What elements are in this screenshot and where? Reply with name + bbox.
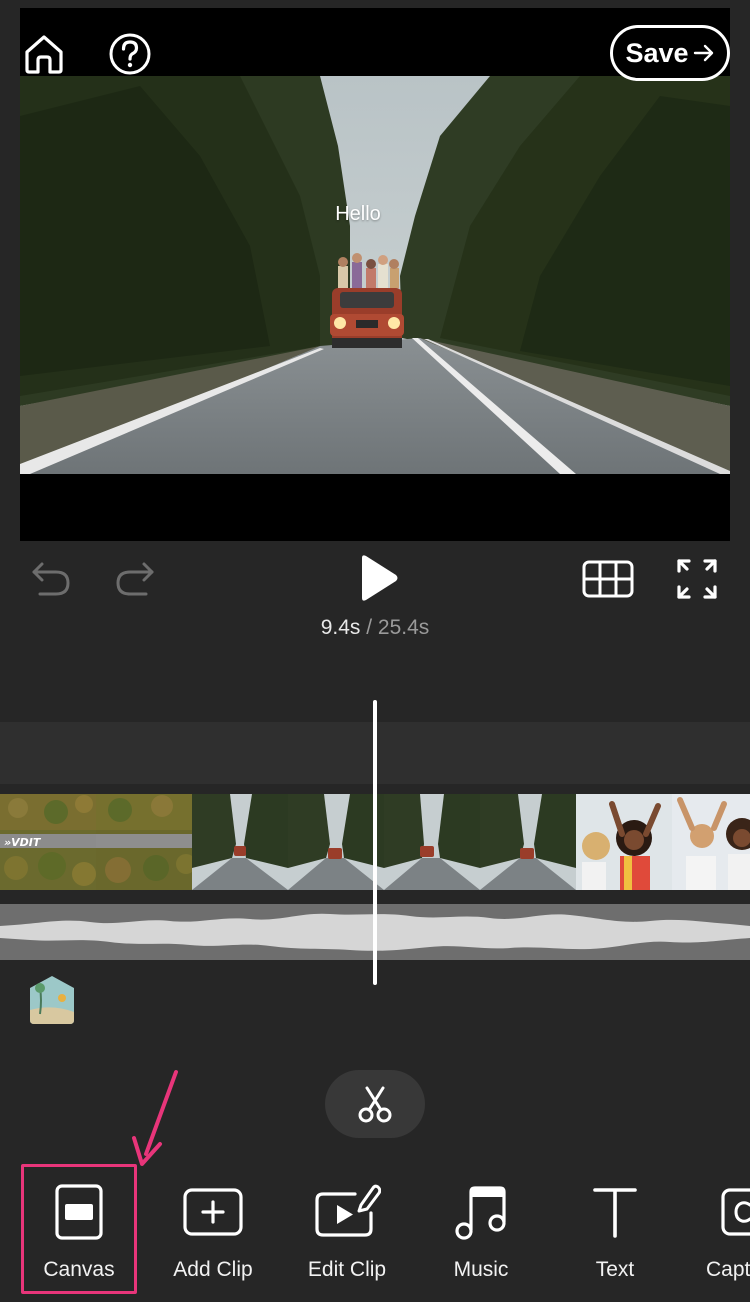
redo-icon (116, 562, 154, 596)
road-thumbnail-image (192, 794, 288, 890)
tool-music[interactable]: Music (414, 1160, 548, 1302)
time-separator: / (366, 616, 373, 639)
undo-icon (32, 562, 70, 596)
tool-label: Capt (706, 1258, 750, 1281)
tool-label: Canvas (43, 1258, 115, 1281)
text-icon (593, 1188, 637, 1238)
canvas-icon (55, 1184, 103, 1240)
party-thumbnail-image (576, 794, 672, 890)
add-clip-icon (183, 1188, 243, 1236)
sticker-thumbnail[interactable] (28, 974, 76, 1026)
home-icon (25, 35, 63, 74)
video-frame[interactable] (20, 76, 730, 474)
clip-thumbnail[interactable] (672, 794, 750, 890)
home-button[interactable] (22, 32, 66, 76)
clip-thumbnail[interactable] (576, 794, 672, 890)
tool-label: Music (453, 1258, 509, 1281)
fullscreen-icon (677, 559, 717, 599)
overlay-text[interactable]: Hello (308, 203, 408, 226)
tool-canvas[interactable]: Canvas (12, 1160, 146, 1302)
playhead[interactable] (373, 700, 377, 985)
grid-icon (582, 560, 634, 598)
edit-clip-icon (315, 1184, 381, 1237)
road-thumbnail-image (384, 794, 480, 890)
music-icon (455, 1186, 506, 1240)
split-button[interactable] (325, 1070, 425, 1138)
play-button[interactable] (350, 552, 402, 604)
undo-button[interactable] (28, 558, 74, 598)
clip-thumbnail[interactable] (192, 794, 288, 890)
play-icon (362, 555, 398, 601)
tool-captions[interactable]: Capt (682, 1160, 750, 1302)
grid-toggle-button[interactable] (580, 557, 636, 601)
road-thumbnail-image (480, 794, 576, 890)
question-icon (109, 33, 151, 75)
playback-time: 9.4s / 25.4s (0, 616, 750, 640)
total-time: 25.4s (377, 616, 430, 639)
tool-label: Add Clip (173, 1258, 253, 1281)
aerial-thumbnail-image (96, 794, 192, 890)
bottom-toolbar: Canvas Add Clip Edit Clip Music Text Cap… (0, 1160, 750, 1302)
help-button[interactable] (108, 32, 152, 76)
road-scene-image (20, 76, 730, 474)
video-preview: Hello Save (0, 0, 750, 541)
clip-thumbnail[interactable] (96, 794, 192, 890)
party-thumbnail-image (672, 794, 750, 890)
current-time: 9.4s (320, 616, 361, 639)
road-thumbnail-image (288, 794, 384, 890)
clip-thumbnail[interactable] (384, 794, 480, 890)
sticker-image (30, 976, 74, 1024)
save-button[interactable]: Save (610, 25, 730, 81)
clip-thumbnail[interactable] (288, 794, 384, 890)
clip-thumbnail[interactable]: »VDIT (0, 794, 96, 890)
tool-edit-clip[interactable]: Edit Clip (280, 1160, 414, 1302)
pointer-arrow-icon (132, 1070, 178, 1166)
svg-text:»VDIT: »VDIT (4, 836, 42, 849)
tool-text[interactable]: Text (548, 1160, 682, 1302)
tool-add-clip[interactable]: Add Clip (146, 1160, 280, 1302)
tool-label: Text (595, 1258, 635, 1281)
fullscreen-button[interactable] (674, 556, 720, 602)
captions-icon (721, 1188, 750, 1236)
tool-label: Edit Clip (307, 1258, 387, 1281)
save-label: Save (625, 37, 689, 68)
aerial-thumbnail-image: »VDIT (0, 794, 96, 890)
redo-button[interactable] (112, 558, 158, 598)
clip-thumbnail[interactable] (480, 794, 576, 890)
scissors-icon (358, 1086, 392, 1123)
arrow-right-icon (693, 44, 713, 62)
